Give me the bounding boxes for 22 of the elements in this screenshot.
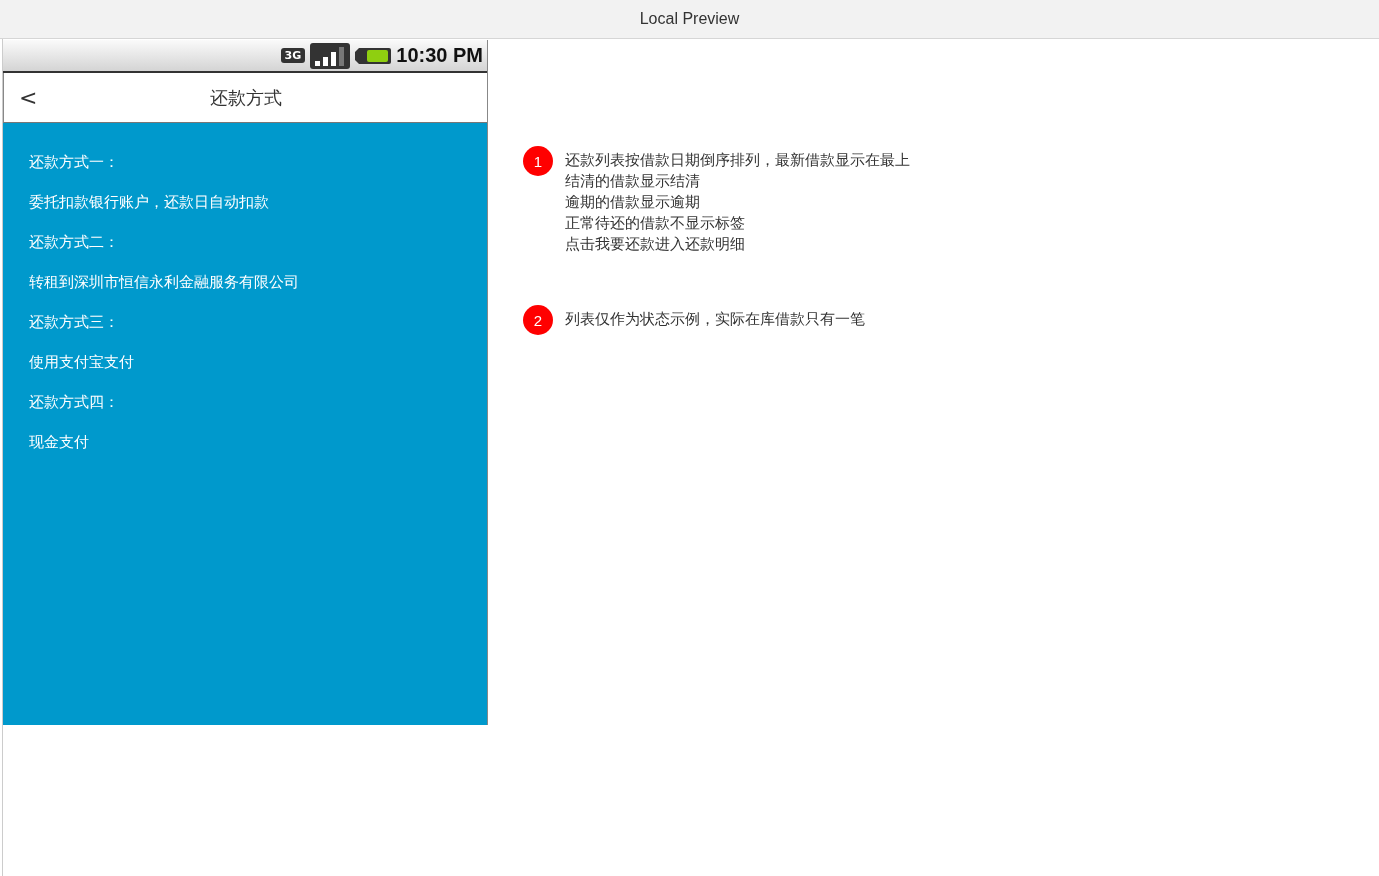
window-title: Local Preview xyxy=(639,10,740,28)
note-text: 点击我要还款进入还款明细 xyxy=(565,234,746,255)
method-label: 还款方式四： xyxy=(29,392,120,413)
page-title: 还款方式 xyxy=(208,85,283,110)
note-number-badge: 1 xyxy=(523,146,553,176)
note-text: 还款列表按借款日期倒序排列，最新借款显示在最上 xyxy=(565,150,910,171)
battery-icon xyxy=(355,45,392,66)
status-time: 10:30 PM xyxy=(396,44,483,67)
note-number-badge: 2 xyxy=(523,305,553,335)
method-detail: 现金支付 xyxy=(29,432,90,453)
method-detail: 委托扣款银行账户，还款日自动扣款 xyxy=(29,192,270,213)
method-label: 还款方式三： xyxy=(29,312,120,333)
method-detail: 使用支付宝支付 xyxy=(29,352,135,373)
method-detail: 转租到深圳市恒信永利金融服务有限公司 xyxy=(29,272,300,293)
method-label: 还款方式一： xyxy=(29,152,120,173)
network-type-icon: 3G xyxy=(280,48,306,63)
method-label: 还款方式二： xyxy=(29,232,120,253)
back-button[interactable]: < xyxy=(4,84,64,111)
note-text: 结清的借款显示结清 xyxy=(565,171,701,192)
note-text: 逾期的借款显示逾期 xyxy=(565,192,701,213)
note-text: 列表仅作为状态示例，实际在库借款只有一笔 xyxy=(565,309,865,330)
note-text: 正常待还的借款不显示标签 xyxy=(565,213,746,234)
